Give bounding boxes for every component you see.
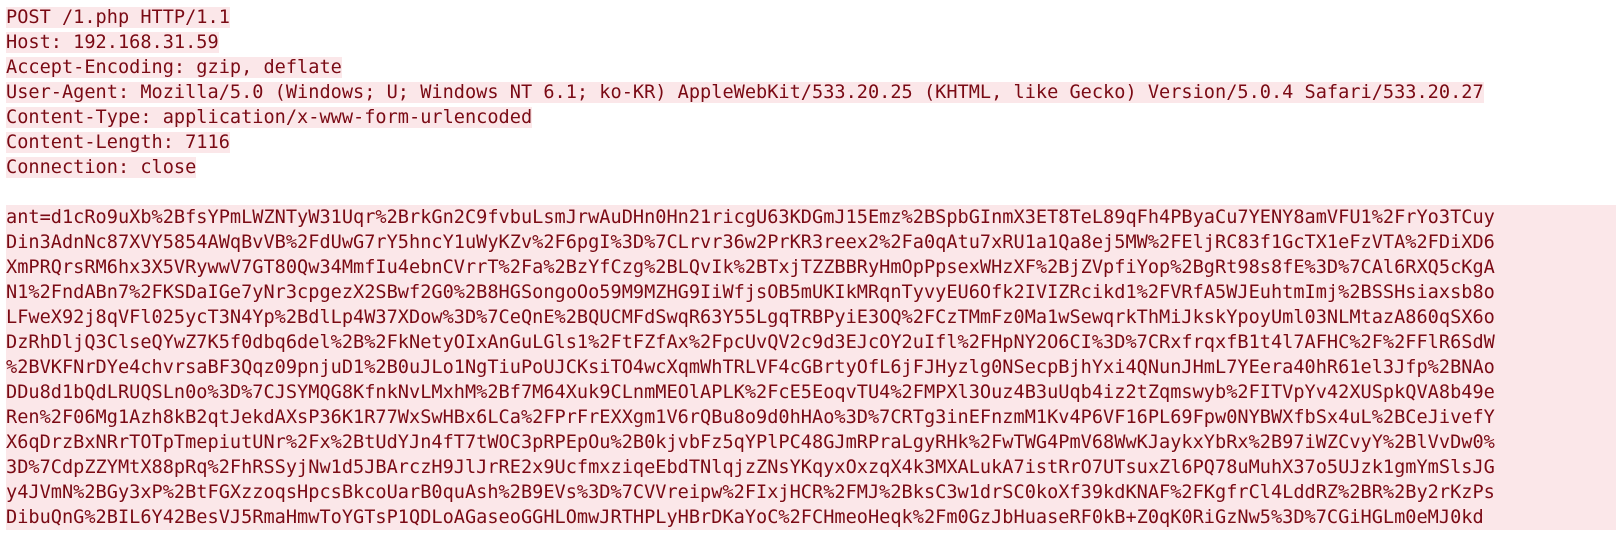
user-agent-header: User-Agent: Mozilla/5.0 (Windows; U; Win…	[6, 80, 1616, 105]
body-line: DDu8d1bQdLRUQSLn0o%3D%7CJSYMQG8KfnkNvLMx…	[6, 380, 1616, 405]
connection-header: Connection: close	[6, 155, 1616, 180]
accept-encoding-header-text: Accept-Encoding: gzip, deflate	[6, 57, 342, 78]
body-line: X6qDrzBxNRrTOTpTmepiutUNr%2Fx%2BtUdYJn4f…	[6, 430, 1616, 455]
body-line: Ren%2F06Mg1Azh8kB2qtJekdAXsP36K1R77WxSwH…	[6, 405, 1616, 430]
host-header-text: Host: 192.168.31.59	[6, 32, 219, 53]
request-body: ant=d1cRo9uXb%2BfsYPmLWZNTyW31Uqr%2BrkGn…	[6, 205, 1616, 530]
body-line: %2BVKFNrDYe4chvrsaBF3Qqz09pnjuD1%2B0uJLo…	[6, 355, 1616, 380]
request-headers: POST /1.php HTTP/1.1 Host: 192.168.31.59…	[6, 5, 1616, 180]
host-header: Host: 192.168.31.59	[6, 30, 1616, 55]
body-line: Din3AdnNc87XVY5854AWqBvVB%2FdUwG7rY5hncY…	[6, 230, 1616, 255]
body-line: N1%2FndABn7%2FKSDaIGe7yNr3cpgezX2SBwf2G0…	[6, 280, 1616, 305]
body-line: LFweX92j8qVFl025ycT3N4Yp%2BdlLp4W37XDow%…	[6, 305, 1616, 330]
accept-encoding-header: Accept-Encoding: gzip, deflate	[6, 55, 1616, 80]
request-line-text: POST /1.php HTTP/1.1	[6, 7, 230, 28]
content-type-header: Content-Type: application/x-www-form-url…	[6, 105, 1616, 130]
body-line: y4JVmN%2BGy3xP%2BtFGXzzoqsHpcsBkcoUarB0q…	[6, 480, 1616, 505]
body-line: 3D%7CdpZZYMtX88pRq%2FhRSSyjNw1d5JBArczH9…	[6, 455, 1616, 480]
body-line: XmPRQrsRM6hx3X5VRywwV7GT80Qw34MmfIu4ebnC…	[6, 255, 1616, 280]
request-line: POST /1.php HTTP/1.1	[6, 5, 1616, 30]
body-line: DzRhDljQ3ClseQYwZ7K5f0dbq6del%2B%2FkNety…	[6, 330, 1616, 355]
body-line: ant=d1cRo9uXb%2BfsYPmLWZNTyW31Uqr%2BrkGn…	[6, 205, 1616, 230]
content-type-header-text: Content-Type: application/x-www-form-url…	[6, 107, 533, 128]
body-line: DibuQnG%2BIL6Y42BesVJ5RmaHmwToYGTsP1QDLo…	[6, 505, 1616, 530]
user-agent-header-text: User-Agent: Mozilla/5.0 (Windows; U; Win…	[6, 82, 1484, 103]
header-body-separator	[6, 180, 1616, 205]
content-length-header-text: Content-Length: 7116	[6, 132, 230, 153]
content-length-header: Content-Length: 7116	[6, 130, 1616, 155]
http-request-stream: POST /1.php HTTP/1.1 Host: 192.168.31.59…	[6, 5, 1616, 530]
connection-header-text: Connection: close	[6, 157, 197, 178]
